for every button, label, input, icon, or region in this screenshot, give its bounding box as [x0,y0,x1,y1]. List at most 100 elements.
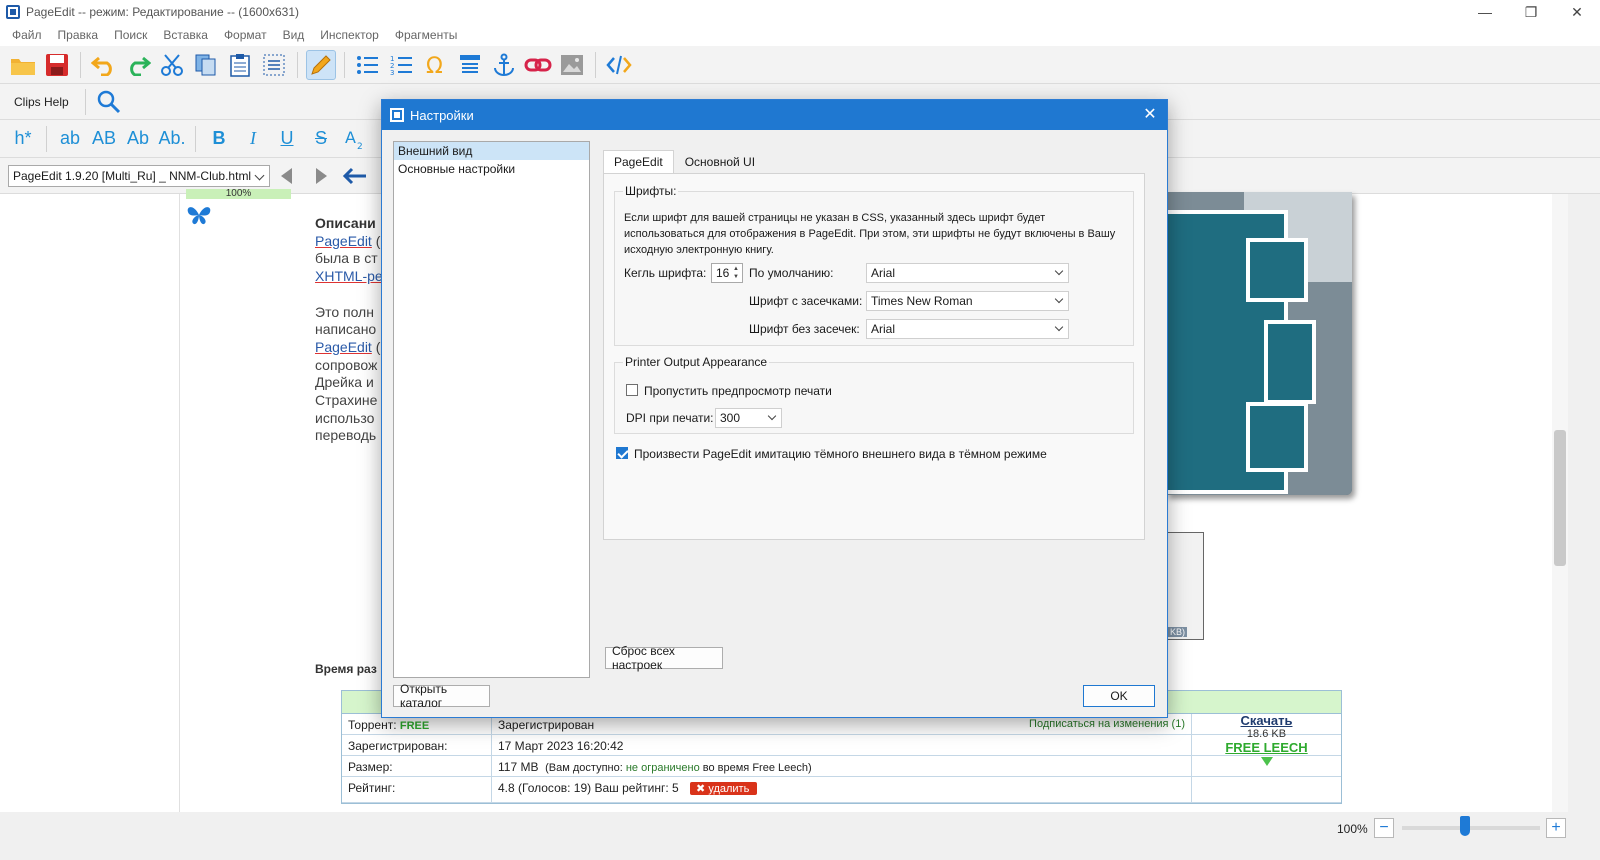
previous-page-icon[interactable] [272,161,302,191]
row-key-text: Торрент: [348,718,397,732]
menu-inspector[interactable]: Инспектор [312,28,387,42]
zoom-out-button[interactable]: − [1374,818,1394,838]
titlecase-button[interactable]: Ab [121,124,155,154]
font-size-spinbox[interactable]: 16 ▲ ▼ [711,263,743,283]
description-fragment: сопровож [315,356,378,373]
minimize-button[interactable]: — [1462,0,1508,24]
description-fragment: Дрейка и [315,374,374,391]
italic-button[interactable]: I [236,124,270,154]
numbered-list-icon[interactable]: 123 [387,50,417,80]
save-icon[interactable] [42,50,72,80]
description-line: использо [315,410,383,428]
menu-fragments[interactable]: Фрагменты [387,28,466,42]
restore-button[interactable]: ❐ [1508,0,1554,24]
clips-help-button[interactable]: Clips Help [0,95,79,109]
description-lines: PageEdit (была в ст XHTML-ре Это полн напис… [315,233,383,445]
anchor-icon[interactable] [489,50,519,80]
menu-insert[interactable]: Вставка [155,28,216,42]
description-link[interactable]: XHTML-ре [315,268,383,284]
redo-icon[interactable] [123,50,153,80]
row-value-text: Зарегистрирован [498,718,595,732]
lowercase-button[interactable]: ab [53,124,87,154]
description-fragment: использо [315,409,375,426]
spin-down-icon[interactable]: ▼ [731,273,741,281]
heading-button[interactable]: h* [6,124,40,154]
select-all-icon[interactable] [259,50,289,80]
title-bar: PageEdit -- режим: Редактирование -- (16… [0,0,1600,24]
svg-text:3: 3 [390,69,394,76]
bullet-list-icon[interactable] [353,50,383,80]
description-link[interactable]: PageEdit [315,233,372,249]
copy-icon[interactable] [191,50,221,80]
description-fragment: написано [315,321,377,338]
default-font-label: По умолчанию: [749,266,834,280]
description-line: сопровож [315,357,383,375]
paste-icon[interactable] [225,50,255,80]
edit-pencil-icon[interactable] [306,49,336,80]
free-leech-link[interactable]: FREE LEECH [1192,740,1341,755]
status-bar [0,812,1600,860]
toolbar-separator [195,125,196,152]
skip-print-preview-checkbox[interactable] [626,384,638,396]
image-icon[interactable] [557,50,587,80]
special-char-omega-icon[interactable]: Ω [421,50,451,80]
link-icon[interactable] [523,50,553,80]
back-arrow-icon[interactable] [340,161,370,191]
zoom-slider[interactable] [1402,826,1540,830]
chevron-down-icon [1054,294,1064,304]
menu-search[interactable]: Поиск [106,28,155,42]
close-window-button[interactable]: ✕ [1554,0,1600,24]
print-dpi-select[interactable]: 300 [715,408,782,428]
category-appearance[interactable]: Внешний вид [394,142,589,160]
scrollbar-thumb[interactable] [1554,430,1566,566]
delete-rating-button[interactable]: ✖ удалить [690,782,758,795]
menu-view[interactable]: Вид [275,28,313,42]
printer-group: Printer Output Appearance Пропустить пре… [614,355,1134,434]
bold-button[interactable]: B [202,124,236,154]
zoom-slider-handle[interactable] [1460,816,1471,836]
description-line: переводь [315,427,383,445]
sentencecase-button[interactable]: Ab. [155,124,189,154]
open-folder-icon[interactable] [8,50,38,80]
spin-up-icon[interactable]: ▲ [731,265,741,273]
download-size: 18.6 KB [1246,728,1287,740]
fonts-group-title: Шрифты: [623,184,679,198]
serif-font-select[interactable]: Times New Roman [866,291,1069,311]
description-link[interactable]: PageEdit [315,339,372,355]
cut-icon[interactable] [157,50,187,80]
zoom-in-button[interactable]: + [1546,818,1566,838]
ok-button[interactable]: OK [1083,685,1155,707]
undo-icon[interactable] [89,50,119,80]
subscript-icon[interactable]: A2 [338,124,372,154]
description-fragment: ( [371,338,381,355]
toolbar-separator [297,51,298,78]
sans-font-select[interactable]: Arial [866,319,1069,339]
sans-font-value: Arial [871,322,896,336]
tab-pageedit[interactable]: PageEdit [603,150,674,174]
search-icon[interactable] [94,87,124,117]
uppercase-button[interactable]: AB [87,124,121,154]
toolbar-separator [80,51,81,78]
default-font-select[interactable]: Arial [866,263,1069,283]
menu-edit[interactable]: Правка [50,28,107,42]
open-catalog-button[interactable]: Открыть каталог [393,682,490,710]
download-link[interactable]: Скачать [1192,713,1341,728]
underline-button[interactable]: U [270,124,304,154]
serif-font-label: Шрифт с засечками: [749,294,863,308]
file-select[interactable]: PageEdit 1.9.20 [Multi_Ru] _ NNM-Club.ht… [8,164,270,187]
tab-main-ui[interactable]: Основной UI [674,150,766,174]
dark-mode-checkbox[interactable] [616,447,628,459]
size-note-prefix: (Вам доступно: [545,762,626,774]
close-icon[interactable]: ✕ [1141,106,1159,124]
category-general[interactable]: Основные настройки [394,160,589,178]
menu-format[interactable]: Формат [216,28,275,42]
menu-file[interactable]: Файл [4,28,50,42]
table-of-contents-icon[interactable] [455,50,485,80]
strikethrough-button[interactable]: S [304,124,338,154]
code-view-icon[interactable] [604,50,634,80]
next-page-icon[interactable] [306,161,336,191]
print-dpi-value: 300 [720,411,741,425]
chevron-down-icon [767,411,777,421]
reset-settings-button[interactable]: Сброс всех настроек [605,644,723,672]
subscribe-link[interactable]: Подписаться на изменения (1) [1029,718,1185,730]
